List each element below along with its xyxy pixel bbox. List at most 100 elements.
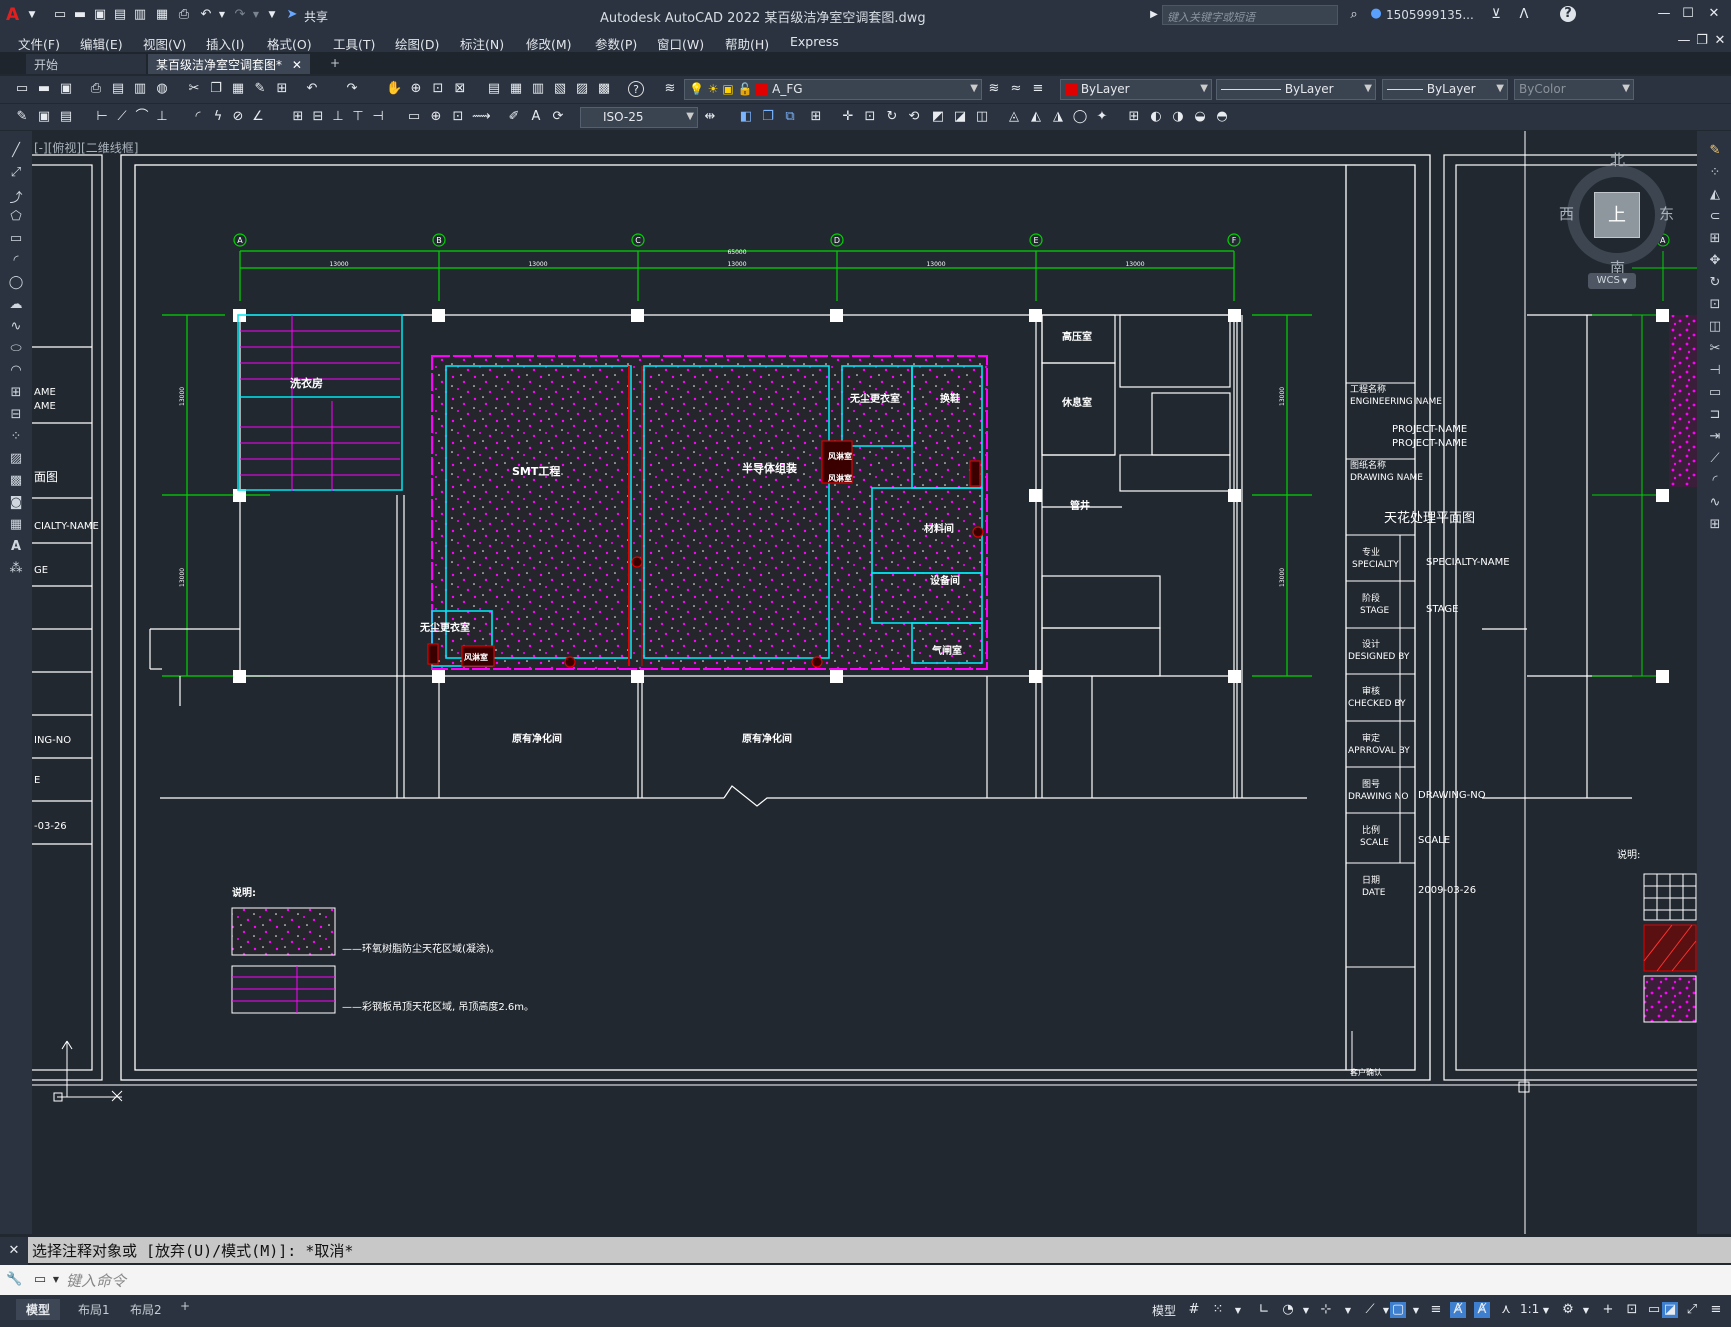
quick-properties-icon[interactable]: ▭	[1646, 1302, 1662, 1318]
menu-view[interactable]: 视图(V)	[143, 34, 186, 53]
dim-baseline-icon[interactable]: ⊟	[310, 109, 326, 125]
dim-break-icon[interactable]: ⊣	[370, 109, 386, 125]
ellipse-icon[interactable]: ⬭	[6, 341, 26, 359]
stretch-icon[interactable]: ◩	[930, 109, 946, 125]
workspace-drop-icon[interactable]: ▼	[1578, 1303, 1594, 1319]
tab-drawing[interactable]: 某百级洁净室空调套图* ✕	[148, 54, 310, 74]
sheetset-icon[interactable]: ▧	[552, 81, 568, 97]
wcs-button[interactable]: WCS ▼	[1588, 273, 1636, 289]
cart-icon[interactable]: ⊻	[1488, 7, 1504, 23]
annotation-visibility-icon[interactable]: Ⱥ	[1474, 1302, 1490, 1318]
selection-drop-icon[interactable]: ▼	[1408, 1303, 1424, 1319]
scale-icon[interactable]: ⟲	[906, 109, 922, 125]
ellipse-arc-icon[interactable]: ◠	[6, 363, 26, 381]
erase-icon[interactable]: ◧	[738, 109, 754, 125]
user-name[interactable]: 1505999135...	[1386, 8, 1474, 22]
redo-drop-icon[interactable]: ▼	[248, 7, 264, 23]
units-icon[interactable]: ⊡	[1624, 1302, 1640, 1318]
pan-icon[interactable]: ✋	[386, 81, 402, 97]
help-icon[interactable]: ?	[1560, 6, 1576, 22]
redo-icon[interactable]: ↷	[232, 7, 248, 23]
extend-icon[interactable]: ◫	[974, 109, 990, 125]
copy-obj-icon[interactable]: ❐	[760, 109, 776, 125]
arc-icon[interactable]: ◜	[6, 253, 26, 271]
tb2-icon-x1[interactable]: ⊞	[1126, 109, 1142, 125]
dim-jogged-icon[interactable]: ϟ	[210, 109, 226, 125]
save-tb-icon[interactable]: ▣	[58, 81, 74, 97]
command-line[interactable]: 🔧 ▭ ▼ 键入命令	[0, 1265, 1731, 1295]
make-block-icon[interactable]: ⊟	[6, 407, 26, 425]
search-input[interactable]: 键入关键字或短语	[1162, 5, 1338, 25]
tb2-icon-x5[interactable]: ◓	[1214, 109, 1230, 125]
layer-state-icon[interactable]: ≡	[1030, 81, 1046, 97]
plotstyle-dropdown[interactable]: ByColor ▼	[1514, 79, 1634, 100]
make-current-icon[interactable]: ≋	[986, 81, 1002, 97]
menu-draw[interactable]: 绘图(D)	[395, 34, 439, 53]
center-mark-icon[interactable]: ⊕	[428, 109, 444, 125]
layer-dropdown[interactable]: 💡 ☀ ▣ 🔓 A_FG ▼	[684, 79, 982, 100]
menu-format[interactable]: 格式(O)	[267, 34, 312, 53]
save-web-icon[interactable]: ▦	[154, 7, 170, 23]
dim-update-icon[interactable]: ⟳	[550, 109, 566, 125]
autocad-logo-icon[interactable]: A	[6, 5, 19, 25]
fillet-right-icon[interactable]: ◜	[1705, 473, 1725, 491]
zoom-realtime-icon[interactable]: ⊕	[408, 81, 424, 97]
menu-window[interactable]: 窗口(W)	[657, 34, 704, 53]
dimstyle-manager-icon[interactable]: ⇹	[702, 109, 718, 125]
color-dropdown-arrow-icon[interactable]: ▼	[1200, 83, 1208, 94]
selection-cycling-icon[interactable]: ▢	[1390, 1302, 1406, 1318]
menu-parametric[interactable]: 参数(P)	[595, 34, 637, 53]
doc-minimize-icon[interactable]: —	[1676, 33, 1692, 49]
viewcube-north[interactable]: 北	[1610, 149, 1625, 170]
layer-previous-icon[interactable]: ≈	[1008, 81, 1024, 97]
dim-aligned-icon[interactable]: ⟋	[114, 109, 130, 125]
dim-diameter-icon[interactable]: ⊘	[230, 109, 246, 125]
close-icon[interactable]: ✕	[1706, 6, 1722, 22]
add-layout-button[interactable]: +	[180, 1299, 190, 1313]
grid-icon[interactable]: #	[1186, 1302, 1202, 1318]
linetype-dropdown[interactable]: ByLayer ▼	[1216, 79, 1376, 100]
toolpalettes-icon[interactable]: ▥	[530, 81, 546, 97]
annotation-scale-value[interactable]: 1:1	[1520, 1302, 1539, 1316]
add-selected-icon[interactable]: ⁂	[6, 561, 26, 579]
dim-angular-icon[interactable]: ∠	[250, 109, 266, 125]
doc-close-icon[interactable]: ✕	[1712, 33, 1728, 49]
matchprop-icon[interactable]: ✎	[252, 81, 268, 97]
osnap-drop-icon[interactable]: ▼	[1340, 1303, 1356, 1319]
preview-icon[interactable]: ▤	[110, 81, 126, 97]
polar-drop-icon[interactable]: ▼	[1298, 1303, 1314, 1319]
osnap-track-icon[interactable]: ⊹	[1318, 1302, 1334, 1318]
command-recent-icon[interactable]: ▭	[32, 1272, 48, 1288]
tolerance-icon[interactable]: ▭	[406, 109, 422, 125]
publish-icon[interactable]: ▥	[132, 81, 148, 97]
layer-on-icon[interactable]: 💡	[689, 82, 704, 96]
layer-freeze-icon[interactable]: ☀	[708, 82, 719, 96]
copy-icon[interactable]: ❐	[208, 81, 224, 97]
save-icon[interactable]: ▣	[92, 7, 108, 23]
user-icon[interactable]: ●	[1368, 6, 1384, 22]
offset-icon[interactable]: ⊞	[808, 109, 824, 125]
layout-tab-model[interactable]: 模型	[16, 1299, 61, 1320]
customize-status-icon[interactable]: ≡	[1708, 1302, 1724, 1318]
mirror-icon[interactable]: ⧉	[782, 109, 798, 125]
polyline-icon[interactable]: ⤴	[6, 187, 26, 206]
hatch-icon[interactable]: ▨	[6, 451, 26, 469]
doc-restore-icon[interactable]: ❐	[1694, 33, 1710, 49]
layout-tab-1[interactable]: 布局1	[70, 1299, 118, 1320]
ortho-icon[interactable]: ∟	[1256, 1302, 1272, 1318]
array-icon[interactable]: ✛	[840, 109, 856, 125]
extend-right-icon[interactable]: ⊣	[1705, 363, 1725, 381]
command-close-icon[interactable]: ✕	[6, 1243, 22, 1259]
gradient-icon[interactable]: ▩	[6, 473, 26, 491]
autodesk-app-icon[interactable]: Ʌ	[1516, 7, 1532, 23]
transparency-icon[interactable]: Ⱥ	[1450, 1302, 1466, 1318]
dimstyle-dropdown-arrow-icon[interactable]: ▼	[686, 111, 694, 122]
dim-linear-icon[interactable]: ⊢	[94, 109, 110, 125]
customize-qat-icon[interactable]: ▼	[264, 7, 280, 23]
paste-icon[interactable]: ▦	[230, 81, 246, 97]
layer-vp-icon[interactable]: ▣	[722, 82, 733, 96]
open-file-icon[interactable]: ▬	[72, 7, 88, 23]
wrench-icon[interactable]: 🔧	[6, 1272, 22, 1288]
snap-icon[interactable]: ⁙	[1210, 1302, 1226, 1318]
model-space-button[interactable]: 模型	[1152, 1302, 1176, 1319]
